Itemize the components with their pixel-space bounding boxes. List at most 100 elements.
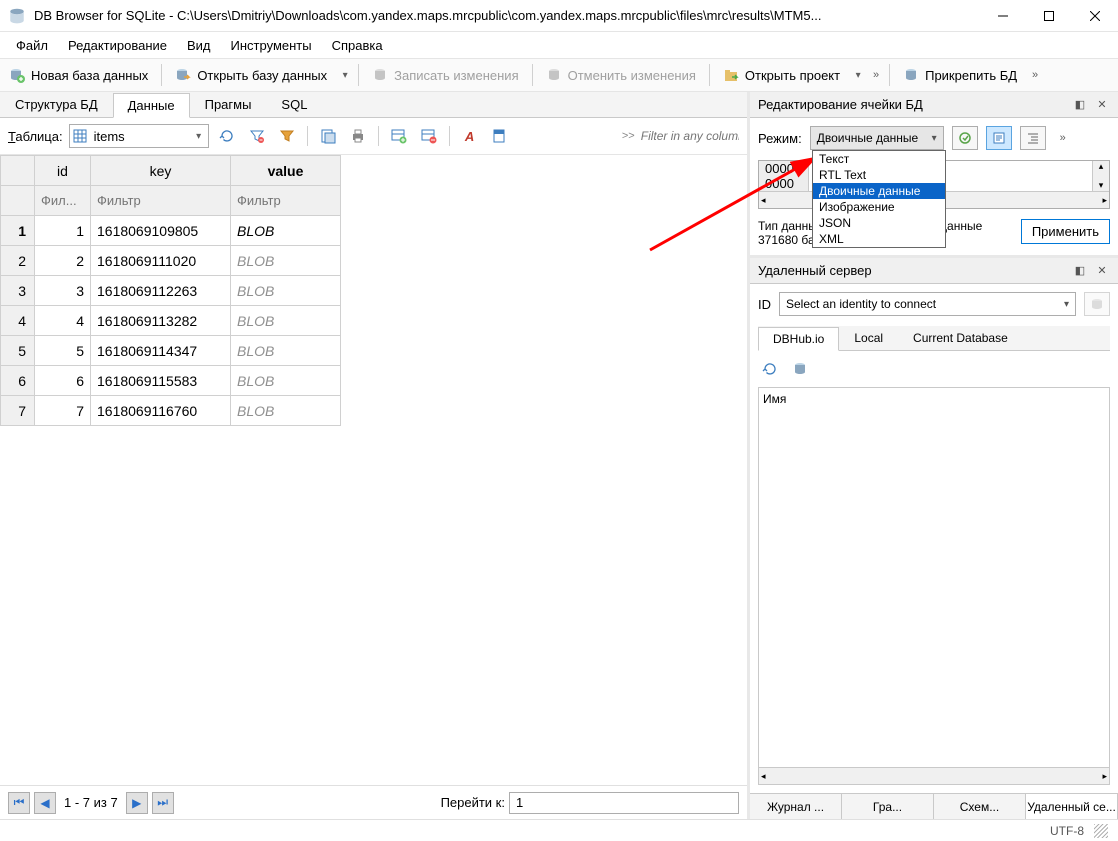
next-page-button[interactable]: ▶: [126, 792, 148, 814]
font-button[interactable]: A: [458, 124, 482, 148]
cell-value[interactable]: BLOB: [231, 336, 341, 366]
menu-file[interactable]: Файл: [6, 35, 58, 56]
filter-id[interactable]: [35, 186, 90, 215]
cell-value[interactable]: BLOB: [231, 366, 341, 396]
row-number[interactable]: 5: [1, 336, 35, 366]
menu-view[interactable]: Вид: [177, 35, 221, 56]
mode-dropdown[interactable]: ТекстRTL TextДвоичные данныеИзображениеJ…: [812, 150, 946, 248]
mode-option[interactable]: Двоичные данные: [813, 183, 945, 199]
editcell-overflow[interactable]: »: [1054, 132, 1072, 144]
cell-id[interactable]: 5: [35, 336, 91, 366]
minimize-button[interactable]: [980, 0, 1026, 32]
indent-button[interactable]: [1020, 126, 1046, 150]
push-button[interactable]: [1084, 292, 1110, 316]
tab-sql[interactable]: SQL: [266, 92, 322, 117]
row-number[interactable]: 1: [1, 216, 35, 246]
corner-header[interactable]: [1, 156, 35, 186]
table-row[interactable]: 551618069114347BLOB: [1, 336, 341, 366]
col-header-value[interactable]: value: [231, 156, 341, 186]
data-grid[interactable]: id key value 111618069109805BLOB22161806…: [0, 155, 747, 785]
menu-edit[interactable]: Редактирование: [58, 35, 177, 56]
new-database-button[interactable]: Новая база данных: [0, 62, 157, 88]
open-project-button[interactable]: Открыть проект: [714, 62, 849, 88]
filter-value[interactable]: [231, 186, 340, 215]
mode-option[interactable]: Текст: [813, 151, 945, 167]
remote-refresh-button[interactable]: [758, 357, 782, 381]
open-database-button[interactable]: Открыть базу данных: [166, 62, 336, 88]
tab-structure[interactable]: Структура БД: [0, 92, 113, 117]
cell-value[interactable]: BLOB: [231, 246, 341, 276]
cell-key[interactable]: 1618069113282: [91, 306, 231, 336]
mode-selector[interactable]: Двоичные данные ▾: [810, 126, 944, 150]
conditional-format-button[interactable]: [488, 124, 512, 148]
remote-list[interactable]: Имя ◂▸: [758, 387, 1110, 785]
row-number[interactable]: 2: [1, 246, 35, 276]
cell-key[interactable]: 1618069116760: [91, 396, 231, 426]
remote-clone-button[interactable]: [788, 357, 812, 381]
first-page-button[interactable]: ⏮: [8, 792, 30, 814]
cell-key[interactable]: 1618069115583: [91, 366, 231, 396]
menu-tools[interactable]: Инструменты: [221, 35, 322, 56]
cell-id[interactable]: 3: [35, 276, 91, 306]
table-row[interactable]: 331618069112263BLOB: [1, 276, 341, 306]
bottom-tab-graph[interactable]: Гра...: [842, 794, 934, 819]
attach-db-button[interactable]: Прикрепить БД: [894, 62, 1026, 88]
hex-vscroll[interactable]: ▴▾: [1092, 161, 1109, 191]
identity-selector[interactable]: Select an identity to connect ▾: [779, 292, 1076, 316]
bottom-tab-remote[interactable]: Удаленный се...: [1026, 794, 1118, 819]
cell-id[interactable]: 4: [35, 306, 91, 336]
cell-id[interactable]: 1: [35, 216, 91, 246]
close-pane-button[interactable]: ✕: [1094, 263, 1110, 279]
remote-tab-local[interactable]: Local: [839, 326, 898, 350]
print-button[interactable]: [346, 124, 370, 148]
cell-key[interactable]: 1618069109805: [91, 216, 231, 246]
row-number[interactable]: 3: [1, 276, 35, 306]
prev-page-button[interactable]: ◀: [34, 792, 56, 814]
remote-tab-current[interactable]: Current Database: [898, 326, 1023, 350]
refresh-button[interactable]: [215, 124, 239, 148]
row-number[interactable]: 7: [1, 396, 35, 426]
remote-hscroll[interactable]: ◂▸: [759, 767, 1109, 784]
cell-key[interactable]: 1618069114347: [91, 336, 231, 366]
close-pane-button[interactable]: ✕: [1094, 97, 1110, 113]
open-database-dropdown[interactable]: ▾: [336, 70, 354, 81]
filter-all-input[interactable]: [641, 125, 739, 147]
row-number[interactable]: 4: [1, 306, 35, 336]
bottom-tab-log[interactable]: Журнал ...: [750, 794, 842, 819]
remote-tab-dbhub[interactable]: DBHub.io: [758, 327, 839, 351]
goto-input[interactable]: [509, 792, 739, 814]
undock-button[interactable]: ◧: [1072, 97, 1088, 113]
cell-value[interactable]: BLOB: [231, 216, 341, 246]
filter-key[interactable]: [91, 186, 230, 215]
tab-pragmas[interactable]: Прагмы: [190, 92, 267, 117]
apply-button[interactable]: Применить: [1021, 219, 1110, 244]
write-changes-button[interactable]: Записать изменения: [363, 62, 527, 88]
cell-key[interactable]: 1618069111020: [91, 246, 231, 276]
cell-value[interactable]: BLOB: [231, 396, 341, 426]
insert-row-button[interactable]: [387, 124, 411, 148]
auto-format-button[interactable]: [952, 126, 978, 150]
cell-id[interactable]: 2: [35, 246, 91, 276]
col-header-id[interactable]: id: [35, 156, 91, 186]
cell-id[interactable]: 6: [35, 366, 91, 396]
menu-help[interactable]: Справка: [322, 35, 393, 56]
cell-key[interactable]: 1618069112263: [91, 276, 231, 306]
mode-option[interactable]: Изображение: [813, 199, 945, 215]
toolbar-overflow-1[interactable]: »: [867, 69, 885, 81]
table-row[interactable]: 111618069109805BLOB: [1, 216, 341, 246]
maximize-button[interactable]: [1026, 0, 1072, 32]
save-filter-button[interactable]: [275, 124, 299, 148]
revert-changes-button[interactable]: Отменить изменения: [537, 62, 705, 88]
delete-row-button[interactable]: [417, 124, 441, 148]
cell-value[interactable]: BLOB: [231, 276, 341, 306]
table-row[interactable]: 771618069116760BLOB: [1, 396, 341, 426]
cell-id[interactable]: 7: [35, 396, 91, 426]
col-header-key[interactable]: key: [91, 156, 231, 186]
table-row[interactable]: 221618069111020BLOB: [1, 246, 341, 276]
close-button[interactable]: [1072, 0, 1118, 32]
clear-filter-button[interactable]: [245, 124, 269, 148]
tab-data[interactable]: Данные: [113, 93, 190, 118]
wrap-button[interactable]: [986, 126, 1012, 150]
mode-option[interactable]: XML: [813, 231, 945, 247]
cell-value[interactable]: BLOB: [231, 306, 341, 336]
